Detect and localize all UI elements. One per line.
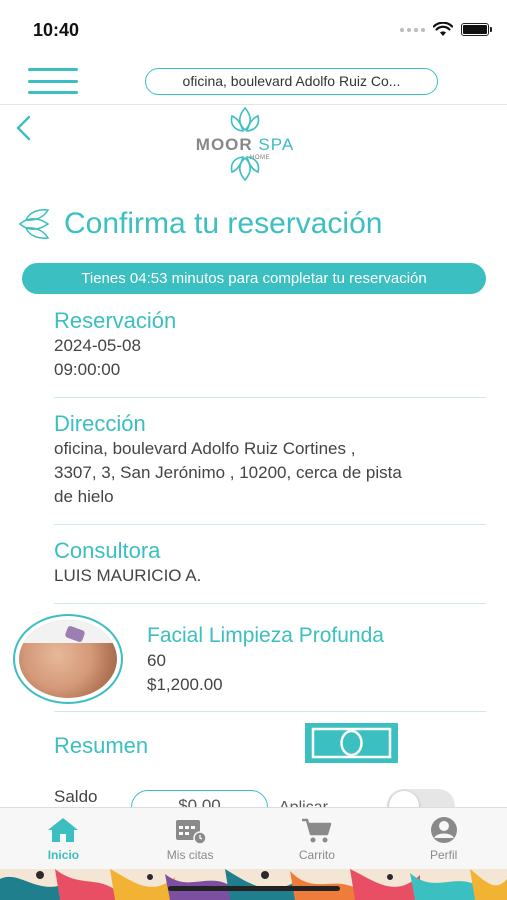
leaf-icon bbox=[18, 209, 50, 239]
wifi-icon bbox=[433, 22, 453, 36]
cash-icon[interactable] bbox=[304, 722, 399, 764]
divider bbox=[54, 397, 486, 398]
bottom-nav: Inicio Mis citas Carrito Perfil bbox=[0, 807, 507, 869]
profile-icon bbox=[430, 817, 457, 843]
nav-label: Carrito bbox=[298, 848, 335, 862]
title-row: Confirma tu reservación bbox=[18, 203, 498, 245]
address-line: 3307, 3, San Jerónimo , 10200, cerca de … bbox=[54, 463, 402, 482]
divider bbox=[54, 711, 486, 712]
consultant-heading: Consultora bbox=[54, 538, 161, 563]
nav-item-inicio[interactable]: Inicio bbox=[0, 808, 127, 869]
page-title: Confirma tu reservación bbox=[64, 207, 383, 240]
service-info: Facial Limpieza Profunda 60 $1,200.00 bbox=[147, 623, 497, 697]
reservation-section: Reservación 2024-05-08 09:00:00 bbox=[54, 308, 486, 382]
address-section: Dirección oficina, boulevard Adolfo Ruiz… bbox=[54, 411, 486, 509]
cart-icon bbox=[301, 818, 332, 843]
balance-label: Saldo bbox=[54, 787, 98, 806]
reservation-heading: Reservación bbox=[54, 308, 177, 333]
service-photo bbox=[13, 614, 123, 704]
nav-item-mis-citas[interactable]: Mis citas bbox=[127, 808, 254, 869]
address-line: oficina, boulevard Adolfo Ruiz Cortines … bbox=[54, 439, 356, 458]
brand-logo: MOOR SPA HOME bbox=[190, 106, 300, 182]
reservation-time: 09:00:00 bbox=[54, 360, 121, 379]
service-price: $1,200.00 bbox=[147, 675, 223, 694]
divider bbox=[54, 603, 486, 604]
nav-label: Perfil bbox=[429, 848, 458, 862]
calendar-icon bbox=[176, 820, 207, 844]
top-header: oficina, boulevard Adolfo Ruiz Co... bbox=[0, 58, 507, 105]
consultant-section: Consultora LUIS MAURICIO A. bbox=[54, 538, 486, 588]
decorative-pattern bbox=[0, 869, 507, 900]
nav-label: Mis citas bbox=[166, 848, 214, 862]
battery-icon bbox=[461, 23, 492, 36]
divider bbox=[54, 524, 486, 525]
summary-heading: Resumen bbox=[54, 733, 149, 758]
address-line: de hielo bbox=[54, 487, 114, 506]
status-icons bbox=[400, 22, 492, 37]
reservation-date: 2024-05-08 bbox=[54, 336, 141, 355]
back-arrow-icon[interactable] bbox=[12, 115, 36, 141]
logo-subtext: HOME bbox=[250, 155, 270, 161]
address-selector[interactable]: oficina, boulevard Adolfo Ruiz Co... bbox=[145, 68, 438, 95]
logo-wordmark: MOOR SPA bbox=[195, 135, 295, 154]
nav-label: Inicio bbox=[47, 848, 80, 862]
countdown-banner: Tienes 04:53 minutos para completar tu r… bbox=[22, 263, 486, 294]
menu-icon[interactable] bbox=[28, 68, 78, 94]
address-heading: Dirección bbox=[54, 411, 146, 436]
status-bar: 10:40 bbox=[0, 0, 507, 58]
service-duration: 60 bbox=[147, 651, 166, 670]
nav-item-carrito[interactable]: Carrito bbox=[254, 808, 381, 869]
signal-icon bbox=[400, 27, 425, 32]
home-indicator bbox=[168, 886, 340, 891]
service-name: Facial Limpieza Profunda bbox=[147, 624, 384, 647]
status-time: 10:40 bbox=[33, 20, 80, 40]
consultant-name: LUIS MAURICIO A. bbox=[54, 566, 202, 585]
home-icon bbox=[48, 818, 79, 842]
nav-item-perfil[interactable]: Perfil bbox=[380, 808, 507, 869]
